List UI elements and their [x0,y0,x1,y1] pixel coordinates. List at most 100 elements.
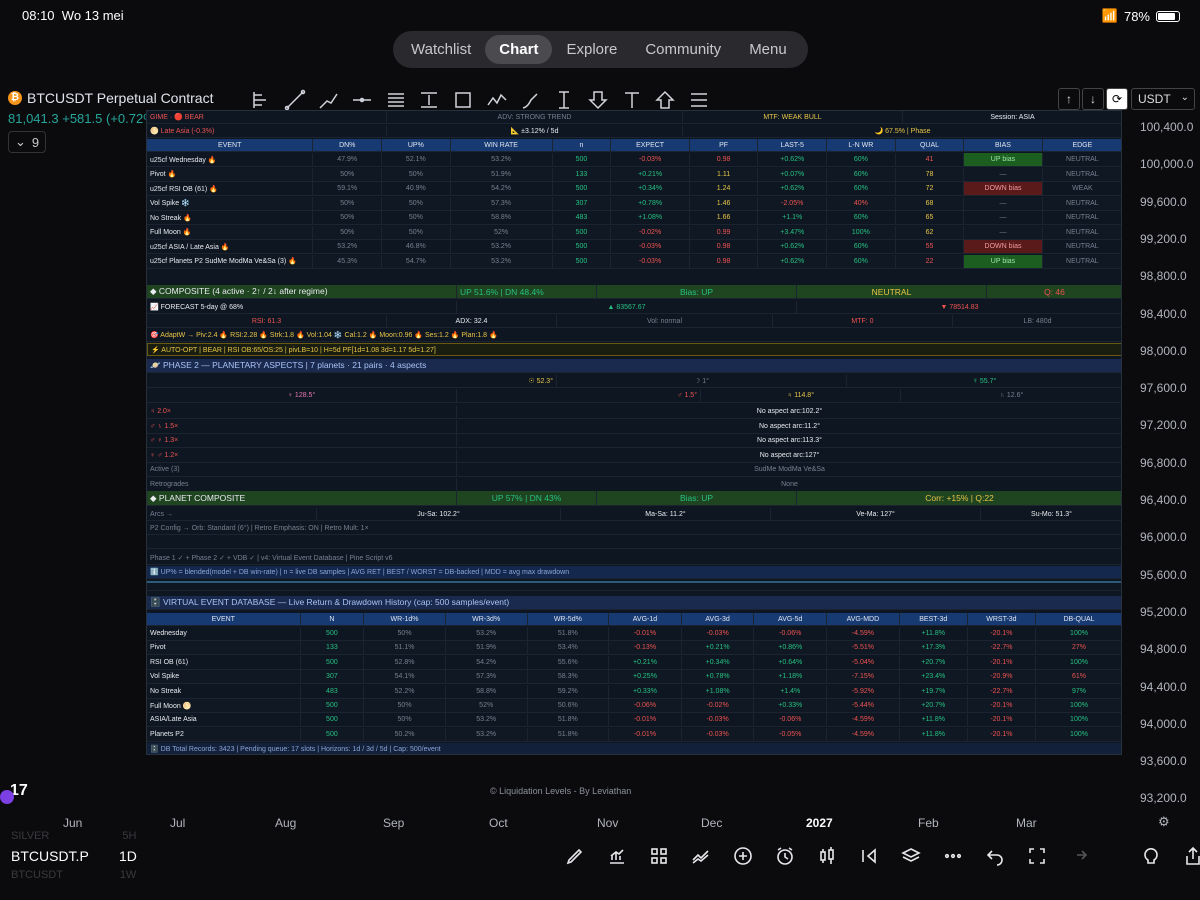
undo-icon[interactable] [974,843,1016,869]
vdb-cell: +0.21% [609,655,682,669]
vdb-header-cell: EVENT [147,613,301,625]
price-tick: 99,600.0 [1140,194,1187,209]
settings-gear-icon[interactable]: ⚙ [1158,814,1170,830]
event-cell: 62 [896,225,965,239]
vdb-cell: +20.7% [900,699,968,712]
aspect-value: No aspect arc:127° [457,449,1121,462]
add-icon[interactable] [722,843,764,869]
tab-menu[interactable]: Menu [735,35,801,64]
layers-icon[interactable] [890,843,932,869]
vdb-cell: 27% [1036,641,1121,654]
rectangle-tool-icon[interactable] [450,88,476,112]
vdb-title: 🗄️ VIRTUAL EVENT DATABASE — Live Return … [147,596,1121,609]
arc-su-mo: Su-Mo: 51.3° [981,508,1121,520]
price-range-tool-icon[interactable] [417,88,443,112]
scroll-up-icon[interactable]: ↑ [1058,88,1080,110]
vdb-cell: Full Moon 🌕 [147,699,301,712]
text-cursor-tool-icon[interactable] [551,88,577,112]
candles-icon[interactable] [806,843,848,869]
price-tick: 100,000.0 [1140,157,1194,172]
spacer-cell [147,536,1121,548]
fib-tool-icon[interactable] [383,88,409,112]
planet-row-2: ♀ 128.5° ♂ 1.5° ♃ 114.8° ♄ 12.6° [147,389,1121,403]
indicators-icon[interactable] [596,843,638,869]
vdb-cell: 61% [1036,670,1121,683]
composite-title: ◆ COMPOSITE (4 active · 2↑ / 2↓ after re… [147,285,457,298]
vdb-cell: -5.51% [827,641,900,655]
vdb-header-cell: WRST-3d [968,613,1036,625]
currency-select[interactable]: USDT ⌄ [1131,88,1195,110]
ray-tool-icon[interactable] [315,88,341,112]
vdb-cell: Pivot [147,641,301,655]
grid-icon[interactable] [638,843,680,869]
trend-line-tool-icon[interactable] [282,88,308,112]
more-icon[interactable] [932,843,974,869]
event-header-cell: BIAS [964,139,1043,151]
event-cell: 65 [896,211,965,224]
fullscreen-icon[interactable] [1016,843,1058,869]
pitchfork-tool-icon[interactable] [248,88,274,112]
ghost-symbol-1: SILVER 5H [11,830,137,842]
time-tick: Mar [1016,816,1037,830]
arrow-up-tool-icon[interactable] [653,88,679,112]
vdb-row: Planets P2 500 50.2% 53.2% 51.8% -0.01% -0.03%… [147,727,1121,742]
pencil-icon[interactable] [554,843,596,869]
bottom-symbol[interactable]: BTCUSDT.P [11,848,89,864]
replay-icon[interactable] [848,843,890,869]
vdb-cell: -0.05% [754,727,828,741]
lightning-icon[interactable] [0,790,14,804]
vdb-cell: 53.4% [528,641,610,655]
bottom-interval[interactable]: 1D [119,848,137,864]
event-cell: 50% [313,225,383,239]
brush-tool-icon[interactable] [518,88,544,112]
vdb-cell: +17.3% [900,641,968,655]
alarm-icon[interactable] [764,843,806,869]
redo-icon[interactable] [1058,843,1100,869]
tab-chart[interactable]: Chart [485,35,553,64]
event-row: No Streak 🔥 50% 50% 58.8% 483 +1.08% 1.66 +1.1%… [147,211,1121,225]
event-cell: 500 [553,240,612,253]
vdb-cell: -5.92% [827,684,900,698]
composite-state: NEUTRAL [797,285,987,298]
vdb-header-cell: WR-1d% [364,613,446,625]
event-cell: +0.62% [758,182,828,195]
scroll-down-icon[interactable]: ↓ [1082,88,1104,110]
event-row: u25cf Wednesday 🔥 47.9% 52.1% 53.2% 500 -0.03… [147,153,1121,167]
indicator-toggle[interactable]: ⌄ 9 [8,131,46,153]
event-cell: +0.21% [611,167,690,181]
share-icon[interactable] [1172,843,1200,869]
vdb-cell: 52.8% [364,655,446,669]
vdb-title-bar: 🗄️ VIRTUAL EVENT DATABASE — Live Return … [147,596,1121,610]
menu-lines-icon[interactable] [686,88,712,112]
event-cell: UP bias [964,254,1043,268]
autoopt-row: ⚡ AUTO-OPT | BEAR | RSI OB:65/OS:25 | pi… [147,343,1121,356]
vdb-cell: -0.03% [682,713,755,727]
vdb-header-cell: N [301,613,365,625]
stats-row: RSI: 61.3 ADX: 32.4 Vol: normal MTF: 0 L… [147,315,1121,328]
aspect-row: ♂ ♀ 1.3× No aspect arc:113.3° [147,434,1121,448]
vdb-cell: 55.6% [528,655,610,669]
vdb-row: Wednesday 500 50% 53.2% 51.8% -0.01% -0.03% -0.… [147,627,1121,641]
event-cell: NEUTRAL [1043,153,1121,166]
lightbulb-icon[interactable] [1130,843,1172,869]
arrow-down-tool-icon[interactable] [585,88,611,112]
aspect-value: None [457,478,1121,491]
horizontal-line-tool-icon[interactable] [349,88,375,112]
tab-community[interactable]: Community [631,35,735,64]
tab-explore[interactable]: Explore [552,35,631,64]
symbol-title[interactable]: ₿ BTCUSDT Perpetual Contract [8,90,213,106]
event-cell: -0.02% [611,225,690,239]
event-cell: NEUTRAL [1043,168,1121,181]
time-tick: Aug [275,816,297,830]
sync-icon[interactable]: ⟳ [1106,88,1128,110]
event-cell: 54.2% [451,182,553,195]
text-tool-icon[interactable] [619,88,645,112]
tab-watchlist[interactable]: Watchlist [397,35,485,64]
path-tool-icon[interactable] [484,88,510,112]
compare-icon[interactable] [680,843,722,869]
event-header-cell: n [553,139,612,151]
event-cell: 50% [313,211,383,224]
vdb-cell: +0.86% [754,641,828,655]
phase2-bar: 🪐 PHASE 2 — PLANETARY ASPECTS | 7 planet… [147,359,1121,373]
